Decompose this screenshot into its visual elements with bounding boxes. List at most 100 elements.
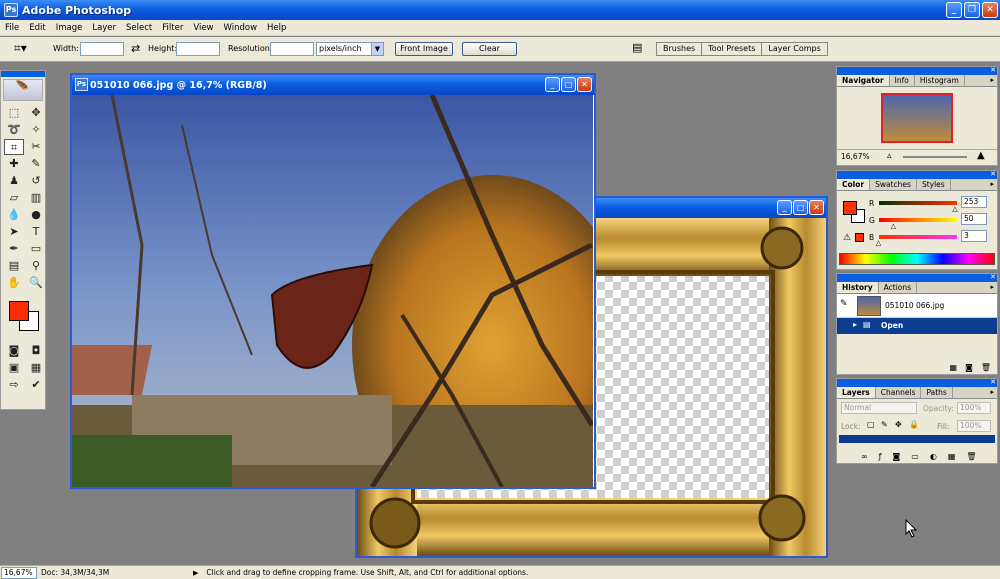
photo-document-title-bar[interactable]: Ps 051010 066.jpg @ 16,7% (RGB/8) _ □ ✕ <box>72 75 594 95</box>
blend-mode-select[interactable]: Normal <box>841 402 917 414</box>
zoom-slider[interactable] <box>903 156 967 158</box>
menu-layer[interactable]: Layer <box>87 23 121 33</box>
gradient-tool-icon[interactable]: ▥ <box>26 190 46 206</box>
palette-menu-icon[interactable]: ▸ <box>987 282 997 293</box>
new-document-icon[interactable]: ▦ <box>950 363 958 372</box>
gamut-color-swatch[interactable] <box>855 233 864 242</box>
well-tab-brushes[interactable]: Brushes <box>656 42 703 56</box>
tool-palette-header[interactable] <box>1 71 45 77</box>
close-button[interactable]: ✕ <box>982 2 998 18</box>
tab-layers[interactable]: Layers <box>837 387 876 398</box>
link-icon[interactable]: ∞ <box>861 452 868 461</box>
foreground-color-swatch[interactable] <box>9 301 29 321</box>
close-icon[interactable]: ✕ <box>990 273 996 281</box>
photo-document-window[interactable]: Ps 051010 066.jpg @ 16,7% (RGB/8) _ □ ✕ <box>70 73 596 489</box>
restore-button[interactable]: ❐ <box>964 2 980 18</box>
navigator-thumbnail[interactable] <box>881 93 953 143</box>
tab-histogram[interactable]: Histogram <box>915 75 965 86</box>
width-input[interactable] <box>80 42 124 56</box>
eyedropper-tool-icon[interactable]: ⚲ <box>26 258 46 274</box>
check-icon[interactable]: ✔ <box>26 377 46 393</box>
palette-header[interactable]: ✕ <box>837 378 997 387</box>
screen-mode-icon[interactable]: ▣ <box>4 360 24 376</box>
close-button[interactable]: ✕ <box>577 77 592 92</box>
blue-slider[interactable] <box>879 235 957 239</box>
height-input[interactable] <box>176 42 220 56</box>
shape-tool-icon[interactable]: ▭ <box>26 241 46 257</box>
resolution-input[interactable] <box>270 42 314 56</box>
standard-mode-icon[interactable]: ◙ <box>4 343 24 359</box>
feather-logo-icon[interactable]: 🪶 <box>3 79 43 101</box>
clear-button[interactable]: Clear <box>462 42 517 56</box>
lock-image-icon[interactable]: ✎ <box>881 420 888 429</box>
slice-tool-icon[interactable]: ✂ <box>26 139 46 155</box>
trash-icon[interactable]: 🗑 <box>981 363 991 372</box>
tab-swatches[interactable]: Swatches <box>870 179 917 190</box>
status-doc-size[interactable]: Doc: 34,3M/34,3M <box>41 568 191 577</box>
magic-wand-tool-icon[interactable]: ✧ <box>26 122 46 138</box>
layer-row[interactable] <box>839 435 995 443</box>
clone-stamp-tool-icon[interactable]: ♟ <box>4 173 24 189</box>
close-icon[interactable]: ✕ <box>990 170 996 178</box>
history-brush-icon[interactable]: ✎ <box>840 299 848 309</box>
layer-mask-icon[interactable]: ◙ <box>893 452 901 461</box>
crop-tool-preset-icon[interactable]: ⌗▾ <box>14 41 38 57</box>
menu-select[interactable]: Select <box>121 23 157 33</box>
adjustment-layer-icon[interactable]: ◐ <box>930 452 937 461</box>
front-image-button[interactable]: Front Image <box>395 42 453 56</box>
layer-style-icon[interactable]: ƒ <box>879 452 882 461</box>
minimize-button[interactable]: _ <box>777 200 792 215</box>
move-tool-icon[interactable]: ✥ <box>26 105 46 121</box>
close-icon[interactable]: ✕ <box>990 66 996 74</box>
maximize-button[interactable]: □ <box>561 77 576 92</box>
quick-mask-mode-icon[interactable]: ◘ <box>26 343 46 359</box>
zoom-in-icon[interactable]: ▲ <box>977 150 985 161</box>
path-selection-tool-icon[interactable]: ➤ <box>4 224 24 240</box>
status-zoom-input[interactable]: 16,67% <box>1 566 37 579</box>
green-slider-thumb[interactable]: △ <box>891 222 896 230</box>
menu-image[interactable]: Image <box>51 23 88 33</box>
close-icon[interactable]: ✕ <box>990 378 996 386</box>
palette-header[interactable]: ✕ <box>837 170 997 179</box>
palette-header[interactable]: ✕ <box>837 66 997 75</box>
lock-all-icon[interactable]: 🔒 <box>909 420 919 429</box>
blur-tool-icon[interactable]: 💧 <box>4 207 24 223</box>
tab-channels[interactable]: Channels <box>876 387 922 398</box>
menu-filter[interactable]: Filter <box>157 23 188 33</box>
red-slider-thumb[interactable]: △ <box>952 205 957 213</box>
brush-tool-icon[interactable]: ✎ <box>26 156 46 172</box>
blue-value-input[interactable]: 3 <box>961 230 987 242</box>
tab-info[interactable]: Info <box>890 75 915 86</box>
history-state-open[interactable]: ▸ ▤ Open <box>837 318 997 334</box>
resolution-units-select[interactable]: pixels/inch ▼ <box>316 42 384 56</box>
lasso-tool-icon[interactable]: ➰ <box>4 122 24 138</box>
delete-layer-icon[interactable]: 🗑 <box>966 452 976 461</box>
pen-tool-icon[interactable]: ✒ <box>4 241 24 257</box>
navigator-zoom-value[interactable]: 16,67% <box>841 152 870 161</box>
maximize-button[interactable]: □ <box>793 200 808 215</box>
healing-brush-tool-icon[interactable]: ✚ <box>4 156 24 172</box>
menu-window[interactable]: Window <box>219 23 263 33</box>
menu-view[interactable]: View <box>188 23 218 33</box>
zoom-tool-icon[interactable]: 🔍 <box>26 275 46 291</box>
red-slider[interactable] <box>879 201 957 205</box>
color-ramp[interactable] <box>839 253 995 265</box>
palette-menu-icon[interactable]: ▸ <box>987 387 997 398</box>
lock-transparency-icon[interactable]: ▢ <box>867 420 875 429</box>
palette-header[interactable]: ✕ <box>837 273 997 282</box>
well-tab-layer-comps[interactable]: Layer Comps <box>761 42 828 56</box>
history-brush-tool-icon[interactable]: ↺ <box>26 173 46 189</box>
well-tab-tool-presets[interactable]: Tool Presets <box>701 42 763 56</box>
swap-dimensions-icon[interactable]: ⇄ <box>131 42 140 55</box>
color-foreground-swatch[interactable] <box>843 201 857 215</box>
history-snapshot[interactable]: ✎ 051010 066.jpg <box>837 294 997 318</box>
photo-canvas[interactable] <box>72 95 593 487</box>
palette-menu-icon[interactable]: ▸ <box>987 75 997 86</box>
new-group-icon[interactable]: ▭ <box>911 452 919 461</box>
fill-input[interactable]: 100% <box>957 420 991 432</box>
dodge-tool-icon[interactable]: ● <box>26 207 46 223</box>
zoom-out-icon[interactable]: ▵ <box>887 151 892 161</box>
full-screen-mode-icon[interactable]: ▦ <box>26 360 46 376</box>
crop-tool-icon[interactable]: ⌗ <box>4 139 24 155</box>
palette-menu-icon[interactable]: ▸ <box>987 179 997 190</box>
